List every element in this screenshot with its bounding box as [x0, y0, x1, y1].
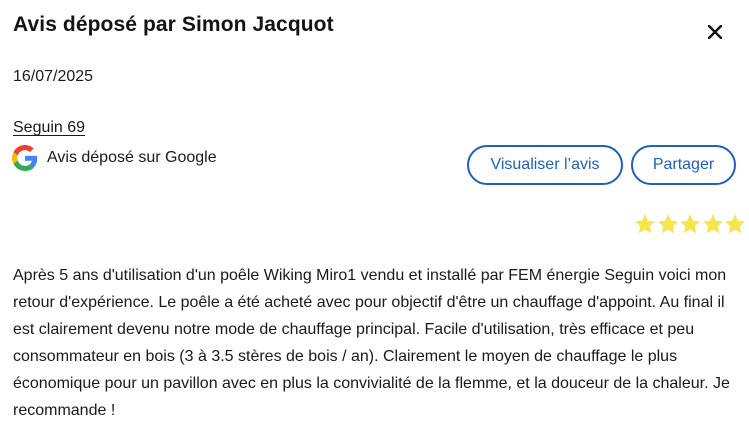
view-review-button[interactable]: Visualiser l’avis	[467, 145, 623, 185]
review-date: 16/07/2025	[13, 68, 94, 85]
star-icon	[680, 214, 700, 234]
star-icon	[725, 214, 745, 234]
review-text: Après 5 ans d'utilisation d'un poêle Wik…	[13, 267, 730, 419]
dialog-title: Avis déposé par Simon Jacquot	[13, 13, 334, 36]
star-icon	[657, 214, 678, 234]
source-label: Avis déposé sur Google	[47, 149, 217, 166]
star-icon	[702, 214, 723, 234]
review-source: Avis déposé sur Google	[12, 145, 217, 171]
share-button[interactable]: Partager	[631, 145, 736, 185]
close-button[interactable]	[702, 19, 728, 45]
google-icon	[12, 145, 38, 171]
business-name-link[interactable]: Seguin 69	[13, 119, 85, 137]
close-icon	[708, 25, 722, 39]
star-rating	[634, 213, 747, 235]
star-icon	[635, 214, 655, 234]
